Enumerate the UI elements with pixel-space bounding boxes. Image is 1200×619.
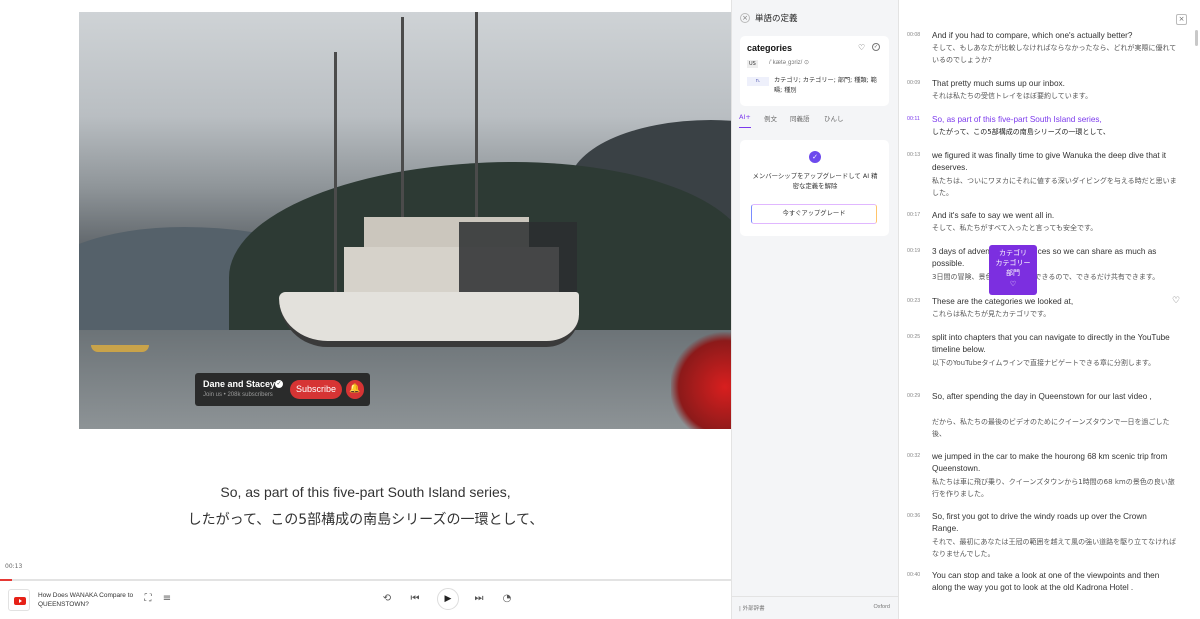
segment-japanese: 私たちは車に飛び乗り、クイーンズタウンから1時間の68 kmの景色の良い旅行を作… bbox=[932, 478, 1175, 498]
tab-part-of-speech[interactable]: ひんし bbox=[824, 113, 844, 123]
segment-english[interactable]: And it's safe to say we went all in. bbox=[932, 210, 1172, 222]
segment-time: 00:13 bbox=[907, 152, 921, 158]
external-dictionary-label: | 外部辞書 bbox=[739, 606, 765, 612]
youtube-icon[interactable] bbox=[8, 589, 30, 611]
video-frame[interactable]: Dane and Stacey ✓ Join us • 208k subscri… bbox=[79, 12, 731, 429]
tab-synonyms[interactable]: 同義語 bbox=[790, 113, 810, 123]
dictionary-source[interactable]: Oxford bbox=[873, 604, 890, 610]
skip-next-icon[interactable]: ⏭ bbox=[471, 591, 487, 607]
video-title: How Does WANAKA Compare to QUEENSTOWN? bbox=[38, 592, 134, 608]
transcript-panel: × 00:08 And if you had to compare, which… bbox=[899, 0, 1200, 619]
segment-time: 00:40 bbox=[907, 572, 921, 578]
app-window: Dane and Stacey ✓ Join us • 208k subscri… bbox=[0, 0, 1200, 619]
heart-icon[interactable]: ♡ bbox=[858, 43, 865, 52]
heart-icon[interactable]: ♡ bbox=[989, 279, 1037, 289]
segment-japanese: そして、私たちがすべて入ったと言っても安全です。 bbox=[932, 224, 1098, 232]
skip-previous-icon[interactable]: ⏮ bbox=[407, 591, 423, 607]
ship-shape bbox=[459, 222, 577, 302]
heart-icon[interactable]: ♡ bbox=[1172, 296, 1180, 306]
segment-time: 00:25 bbox=[907, 334, 921, 340]
segment-japanese: 以下のYouTubeタイムラインで直接ナビゲートできる章に分割します。 bbox=[932, 359, 1156, 367]
check-icon[interactable]: ✓ bbox=[872, 43, 880, 51]
segment-english[interactable]: You can stop and take a look at one of t… bbox=[932, 570, 1172, 594]
ship-mast bbox=[334, 52, 337, 297]
segment-english[interactable]: So, after spending the day in Queenstown… bbox=[932, 391, 1172, 403]
pronunciation[interactable]: /ˈkætəˌɡɔriz/ ⊙ bbox=[769, 59, 809, 66]
tab-ai[interactable]: AI+ bbox=[739, 113, 751, 121]
segment-english[interactable]: That pretty much sums up our inbox. bbox=[932, 78, 1172, 90]
popup-line: カテゴリー bbox=[995, 259, 1031, 267]
word-popup[interactable]: カテゴリ カテゴリー 部門 ♡ bbox=[989, 245, 1037, 295]
definition-tabs: AI+ 例文 同義語 ひんし bbox=[739, 113, 889, 129]
foreground-object bbox=[671, 332, 731, 429]
play-icon[interactable]: ▶ bbox=[437, 588, 459, 610]
channel-name: Dane and Stacey bbox=[203, 379, 276, 389]
channel-card: Dane and Stacey ✓ Join us • 208k subscri… bbox=[195, 373, 370, 406]
panel-title: 単語の定義 bbox=[755, 14, 798, 24]
subscribe-button[interactable]: Subscribe bbox=[290, 380, 342, 399]
close-icon[interactable]: × bbox=[740, 13, 750, 23]
segment-japanese: だから、私たちの最後のビデオのためにクイーンズタウンで一日を過ごした後、 bbox=[932, 418, 1170, 438]
segment-japanese: これらは私たちが見たカテゴリです。 bbox=[932, 310, 1051, 318]
segment-time: 00:32 bbox=[907, 453, 921, 459]
scrollbar[interactable] bbox=[1195, 30, 1198, 46]
ship-mast bbox=[475, 12, 478, 247]
segment-english[interactable]: So, as part of this five-part South Isla… bbox=[932, 114, 1172, 126]
part-of-speech-tag: n. bbox=[747, 77, 769, 86]
segment-english[interactable]: split into chapters that you can navigat… bbox=[932, 332, 1172, 356]
caption-japanese: したがって、この5部構成の南島シリーズの一環として、 bbox=[187, 512, 544, 528]
segment-time: 00:11 bbox=[907, 116, 920, 122]
segment-japanese: したがって、この5部構成の南島シリーズの一環として、 bbox=[932, 128, 1110, 136]
loop-icon[interactable]: ⟲ bbox=[379, 591, 395, 607]
subtitle-icon[interactable]: ⛶ bbox=[140, 591, 156, 607]
segment-japanese: そして、もしあなたが比較しなければならなかったなら、どれが実際に優れているのでし… bbox=[932, 44, 1177, 64]
ship-hull bbox=[279, 292, 579, 347]
upgrade-card: ✓ メンバーシップをアップグレードして AI 精密な定義を解除 今すぐアップグレ… bbox=[740, 140, 889, 236]
segment-japanese: それは私たちの受信トレイをほぼ要約しています。 bbox=[932, 92, 1093, 100]
segment-english[interactable]: These are the categories we looked at, bbox=[932, 296, 1172, 308]
upgrade-button[interactable]: 今すぐアップグレード bbox=[751, 204, 877, 224]
channel-subscribers: Join us • 208k subscribers bbox=[203, 392, 273, 398]
segment-time: 00:19 bbox=[907, 248, 921, 254]
segment-time: 00:23 bbox=[907, 298, 921, 304]
segment-time: 00:09 bbox=[907, 80, 921, 86]
verified-badge-icon: ✓ bbox=[809, 151, 821, 163]
segment-time: 00:08 bbox=[907, 32, 921, 38]
segment-time: 00:29 bbox=[907, 393, 921, 399]
popup-line: カテゴリ bbox=[999, 249, 1027, 257]
verified-icon: ✓ bbox=[275, 380, 283, 388]
segment-english[interactable]: So, first you got to drive the windy roa… bbox=[932, 511, 1172, 535]
word-card: categories ♡ ✓ US /ˈkætəˌɡɔriz/ ⊙ n. カテゴ… bbox=[740, 36, 889, 106]
definition-text: カテゴリ; カテゴリー; 部門; 種類; 範疇; 種別 bbox=[774, 77, 877, 94]
panel-footer: | 外部辞書 Oxford bbox=[732, 596, 898, 619]
definition-panel: × 単語の定義 categories ♡ ✓ US /ˈkætəˌɡɔriz/ … bbox=[731, 0, 899, 619]
active-tab-indicator bbox=[739, 127, 751, 128]
segment-english[interactable]: we figured it was finally time to give W… bbox=[932, 150, 1172, 174]
segment-english[interactable]: we jumped in the car to make the hourong… bbox=[932, 451, 1172, 475]
popup-line: 部門 bbox=[1006, 269, 1020, 277]
segment-english[interactable]: 3 days of adventures, and prices so we c… bbox=[932, 246, 1172, 270]
segment-japanese: 私たちは、ついにワヌカにそれに値する深いダイビングを与える時だと思いました。 bbox=[932, 177, 1177, 197]
region-tag: US bbox=[747, 60, 758, 68]
word-title: categories bbox=[747, 43, 793, 53]
speed-icon[interactable]: ◔ bbox=[499, 591, 515, 607]
segment-time: 00:36 bbox=[907, 513, 921, 519]
tab-examples[interactable]: 例文 bbox=[764, 113, 777, 123]
segment-time: 00:17 bbox=[907, 212, 921, 218]
close-icon[interactable]: × bbox=[1176, 14, 1187, 25]
segment-japanese: 3日間の冒険、景色、価格を共有できるので、できるだけ共有できます。 bbox=[932, 273, 1160, 281]
segment-english[interactable]: And if you had to compare, which one's a… bbox=[932, 30, 1172, 42]
segment-japanese: それで、最初にあなたは王冠の範囲を越えて風の強い道路を駆り立てなければなりません… bbox=[932, 538, 1177, 558]
upgrade-message: メンバーシップをアップグレードして AI 精密な定義を解除 bbox=[752, 172, 878, 190]
add-list-icon[interactable]: ≡ bbox=[159, 591, 175, 607]
player-area: Dane and Stacey ✓ Join us • 208k subscri… bbox=[0, 0, 731, 619]
kayak-shape bbox=[91, 345, 149, 352]
bell-icon[interactable]: 🔔 bbox=[346, 380, 364, 399]
player-controls: How Does WANAKA Compare to QUEENSTOWN? ⛶… bbox=[0, 581, 731, 619]
current-time: 00:13 bbox=[5, 563, 23, 570]
caption-english[interactable]: So, as part of this five-part South Isla… bbox=[0, 484, 731, 500]
